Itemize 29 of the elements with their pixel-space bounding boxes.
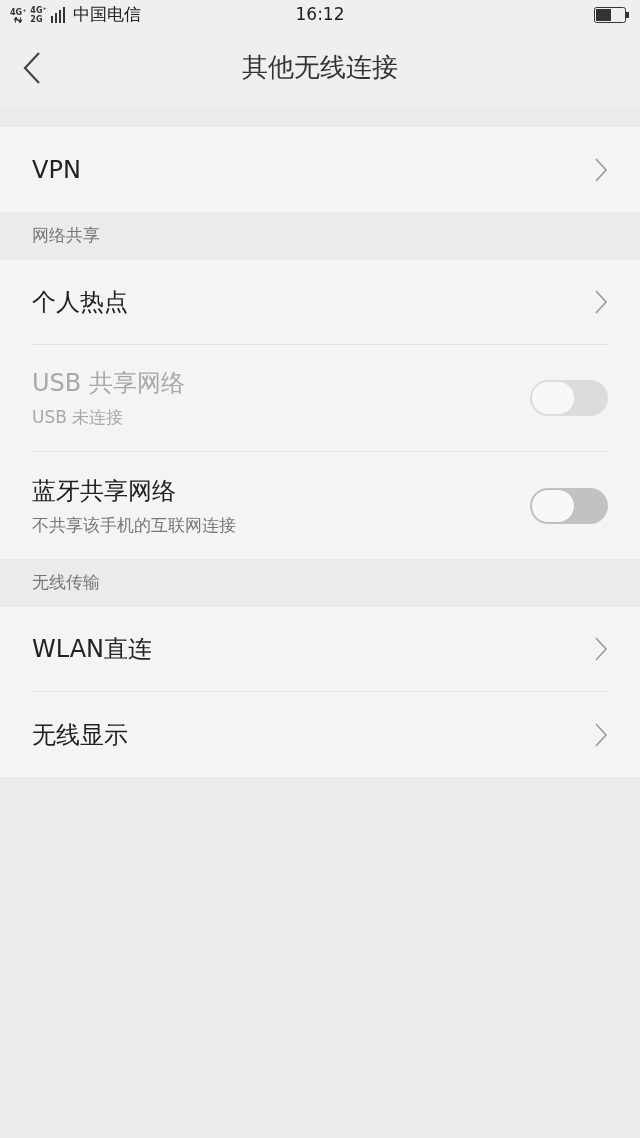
settings-row[interactable]: 个人热点 (32, 260, 608, 345)
data-arrows-icon (14, 16, 23, 23)
toggle-switch[interactable] (530, 487, 608, 524)
settings-row[interactable]: WLAN直连 (32, 607, 608, 692)
section-heading: 网络共享 (31, 224, 101, 248)
chevron-icon (594, 721, 608, 748)
row-label: USB 共享网络 (32, 368, 185, 400)
signal-icon (50, 7, 65, 23)
network-label: 4G⁺ (30, 6, 47, 15)
chevron-icon (594, 289, 608, 315)
row-label: 无线显示 (32, 719, 128, 751)
clock-time: 16:12 (295, 3, 345, 27)
chevron-icon (594, 156, 608, 183)
settings-row[interactable]: 无线显示 (32, 692, 608, 777)
row-subtitle: 不共享该手机的互联网连接 (32, 513, 236, 537)
battery-icon (594, 7, 630, 23)
row-label: 个人热点 (32, 287, 128, 318)
network-label: 2G (30, 15, 44, 24)
page-title: 其他无线连接 (242, 51, 398, 84)
section-heading: 无线传输 (31, 571, 101, 595)
back-icon (22, 50, 42, 85)
settings-row[interactable]: 蓝牙共享网络 不共享该手机的互联网连接 (32, 452, 608, 559)
chevron-icon (594, 636, 608, 662)
row-label: WLAN直连 (32, 634, 153, 665)
carrier-name: 中国电信 (72, 3, 141, 27)
row-subtitle: USB 未连接 (32, 406, 125, 430)
row-label: 蓝牙共享网络 (32, 475, 177, 507)
network-label: 4G⁺ (10, 7, 27, 17)
row-label: VPN (32, 154, 81, 186)
